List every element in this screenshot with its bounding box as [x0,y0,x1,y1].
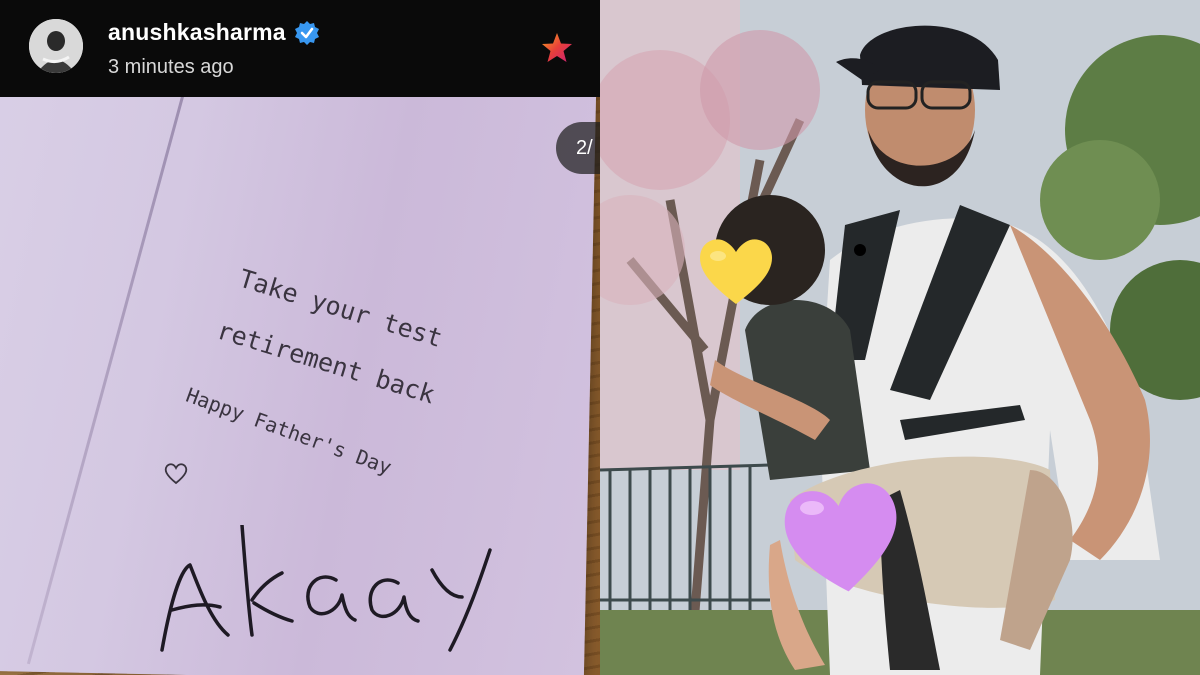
avatar[interactable] [29,19,83,73]
username-row[interactable]: anushkasharma [108,19,320,46]
post-timestamp: 3 minutes ago [108,56,234,78]
username[interactable]: anushkasharma [108,19,286,46]
child-signature [160,525,492,652]
verified-badge-icon [294,20,320,46]
story-panel: anushkasharma 3 minutes ago Take your te… [0,0,600,675]
family-photo [600,0,1200,675]
park-scene [600,0,1200,675]
page-indicator[interactable]: 2/ [556,122,600,174]
star-icon[interactable] [540,31,574,65]
heart-doodle-icon [164,463,188,485]
story-header: anushkasharma 3 minutes ago [0,0,600,97]
